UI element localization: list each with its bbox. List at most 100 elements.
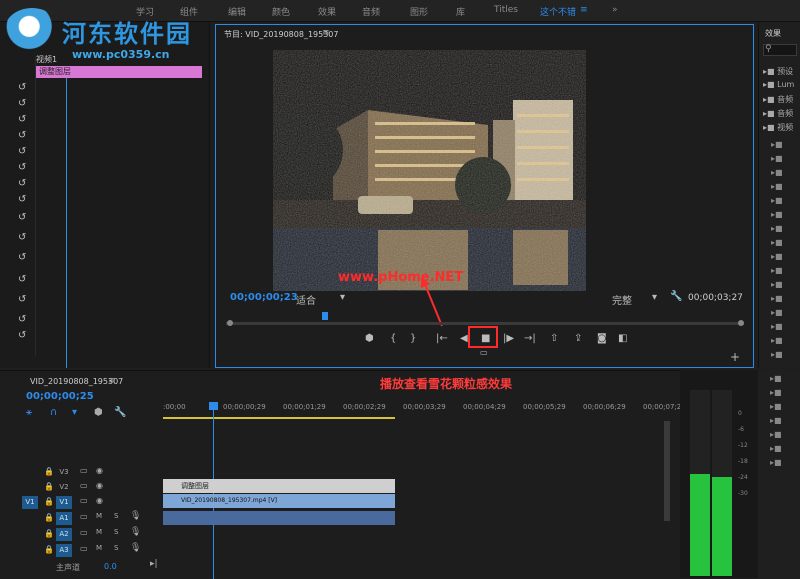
source-patch-v1[interactable]: V1 xyxy=(22,496,38,509)
eye-icon[interactable]: ◉ xyxy=(96,481,103,490)
lock-icon[interactable]: 🔒 xyxy=(44,497,54,506)
add-marker-icon[interactable]: ▾ xyxy=(72,407,77,418)
workspace-titles[interactable]: Titles xyxy=(494,5,518,15)
folder-icon[interactable]: ▸■ xyxy=(771,224,783,233)
fit-dropdown[interactable]: 适合 ▾ xyxy=(296,292,348,307)
marker-icon[interactable]: ⬢ xyxy=(94,407,103,418)
master-value[interactable]: 0.0 xyxy=(104,562,117,571)
sync-lock-icon[interactable]: ▭ xyxy=(80,496,88,505)
reset-icon[interactable]: ↺ xyxy=(18,274,26,285)
reset-icon[interactable]: ↺ xyxy=(18,330,26,341)
folder-icon[interactable]: ▸■ xyxy=(771,182,783,191)
reset-icon[interactable]: ↺ xyxy=(18,130,26,141)
safe-margin-icon[interactable]: ▭ xyxy=(480,348,488,357)
go-to-out-icon[interactable]: →| xyxy=(524,333,536,344)
sync-lock-icon[interactable]: ▭ xyxy=(80,512,88,521)
lock-icon[interactable]: 🔒 xyxy=(44,482,54,491)
workspace-color[interactable]: 颜色 xyxy=(272,5,290,18)
reset-icon[interactable]: ↺ xyxy=(18,252,26,263)
mute-button[interactable]: M xyxy=(96,512,102,520)
lock-icon[interactable]: 🔒 xyxy=(44,467,54,476)
workspace-editing[interactable]: 编辑 xyxy=(228,5,246,18)
folder-icon[interactable]: ▸■ xyxy=(770,402,782,411)
current-timecode[interactable]: 00;00;00;23 xyxy=(230,292,298,303)
compare-icon[interactable]: ◧ xyxy=(618,333,627,344)
go-to-end-icon[interactable]: ▸| xyxy=(150,559,158,569)
reset-icon[interactable]: ↺ xyxy=(18,146,26,157)
lock-icon[interactable]: 🔒 xyxy=(44,545,54,554)
marker-icon[interactable]: ⬢ xyxy=(365,333,374,344)
reset-icon[interactable]: ↺ xyxy=(18,98,26,109)
monitor-menu-icon[interactable]: ≡ xyxy=(322,28,330,38)
track-label[interactable]: V3 xyxy=(56,466,72,479)
sequence-menu-icon[interactable]: ≡ xyxy=(108,376,116,386)
folder-icon[interactable]: ▸■ xyxy=(771,280,783,289)
folder-icon[interactable]: ▸■ xyxy=(770,416,782,425)
folder-icon[interactable]: ▸■ xyxy=(771,154,783,163)
extract-icon[interactable]: ⇪ xyxy=(574,333,582,344)
folder-icon[interactable]: ▸■ xyxy=(770,388,782,397)
go-to-in-icon[interactable]: |← xyxy=(436,333,448,344)
lock-icon[interactable]: 🔒 xyxy=(44,529,54,538)
track-label[interactable]: V1 xyxy=(56,496,72,509)
snap-icon[interactable]: ⚹ xyxy=(26,407,32,418)
effects-folder[interactable]: ▸■ 音频 xyxy=(763,94,793,105)
effects-folder[interactable]: ▸■ 预设 xyxy=(763,66,793,77)
mute-button[interactable]: M xyxy=(96,528,102,536)
timeline-timecode[interactable]: 00;00;00;25 xyxy=(26,391,94,402)
solo-button[interactable]: S xyxy=(114,544,118,552)
in-icon[interactable]: { xyxy=(390,333,396,344)
folder-icon[interactable]: ▸■ xyxy=(771,210,783,219)
quality-dropdown[interactable]: 完整 ▾ xyxy=(612,292,664,307)
scrub-end-handle[interactable] xyxy=(738,320,744,326)
playhead-handle[interactable] xyxy=(209,402,218,410)
sync-lock-icon[interactable]: ▭ xyxy=(80,528,88,537)
folder-icon[interactable]: ▸■ xyxy=(771,294,783,303)
workspace-libraries[interactable]: 库 xyxy=(456,5,465,18)
linked-selection-icon[interactable]: ∩ xyxy=(50,407,57,418)
workspace-graphics[interactable]: 图形 xyxy=(410,5,428,18)
adjustment-layer-clip[interactable]: 调整图层 xyxy=(163,479,395,493)
wrench-icon[interactable]: 🔧 xyxy=(670,291,682,302)
workspace-overflow-icon[interactable]: » xyxy=(612,5,618,15)
monitor-playhead[interactable] xyxy=(322,312,328,320)
workspace-menu-icon[interactable]: ≡ xyxy=(580,5,588,15)
lift-icon[interactable]: ⇧ xyxy=(550,333,558,344)
effects-folder[interactable]: ▸■ 音频 xyxy=(763,108,793,119)
track-label[interactable]: A3 xyxy=(56,544,72,557)
folder-icon[interactable]: ▸■ xyxy=(771,238,783,247)
workspace-custom[interactable]: 这个不错 xyxy=(540,5,576,18)
eye-icon[interactable]: ◉ xyxy=(96,466,103,475)
lock-icon[interactable]: 🔒 xyxy=(44,513,54,522)
reset-icon[interactable]: ↺ xyxy=(18,114,26,125)
eye-icon[interactable]: ◉ xyxy=(96,496,103,505)
settings-icon[interactable]: 🔧 xyxy=(114,407,126,418)
reset-icon[interactable]: ↺ xyxy=(18,212,26,223)
adjustment-layer-bar[interactable]: 调整图层 xyxy=(36,66,202,78)
timeline-scrollbar[interactable] xyxy=(664,421,670,521)
monitor-scrub-bar[interactable] xyxy=(226,322,744,325)
effects-folder[interactable]: ▸■ 视频 xyxy=(763,122,793,133)
camera-icon[interactable]: ◙ xyxy=(597,333,607,344)
sync-lock-icon[interactable]: ▭ xyxy=(80,481,88,490)
step-forward-icon[interactable]: |▶ xyxy=(503,333,514,344)
reset-icon[interactable]: ↺ xyxy=(18,294,26,305)
folder-icon[interactable]: ▸■ xyxy=(771,308,783,317)
folder-icon[interactable]: ▸■ xyxy=(771,140,783,149)
effects-folder[interactable]: ▸■ Lum xyxy=(763,80,794,89)
reset-icon[interactable]: ↺ xyxy=(18,194,26,205)
solo-button[interactable]: S xyxy=(114,528,118,536)
folder-icon[interactable]: ▸■ xyxy=(771,266,783,275)
folder-icon[interactable]: ▸■ xyxy=(771,350,783,359)
sync-lock-icon[interactable]: ▭ xyxy=(80,544,88,553)
folder-icon[interactable]: ▸■ xyxy=(770,458,782,467)
time-ruler[interactable]: :00;00 00;00;00;29 00;00;01;29 00;00;02;29 0… xyxy=(163,403,686,417)
sync-lock-icon[interactable]: ▭ xyxy=(80,466,88,475)
plus-icon[interactable]: + xyxy=(730,350,740,364)
folder-icon[interactable]: ▸■ xyxy=(771,322,783,331)
folder-icon[interactable]: ▸■ xyxy=(770,444,782,453)
work-area-bar[interactable] xyxy=(163,417,395,419)
scrub-start-handle[interactable] xyxy=(227,320,233,326)
mute-button[interactable]: M xyxy=(96,544,102,552)
reset-icon[interactable]: ↺ xyxy=(18,82,26,93)
